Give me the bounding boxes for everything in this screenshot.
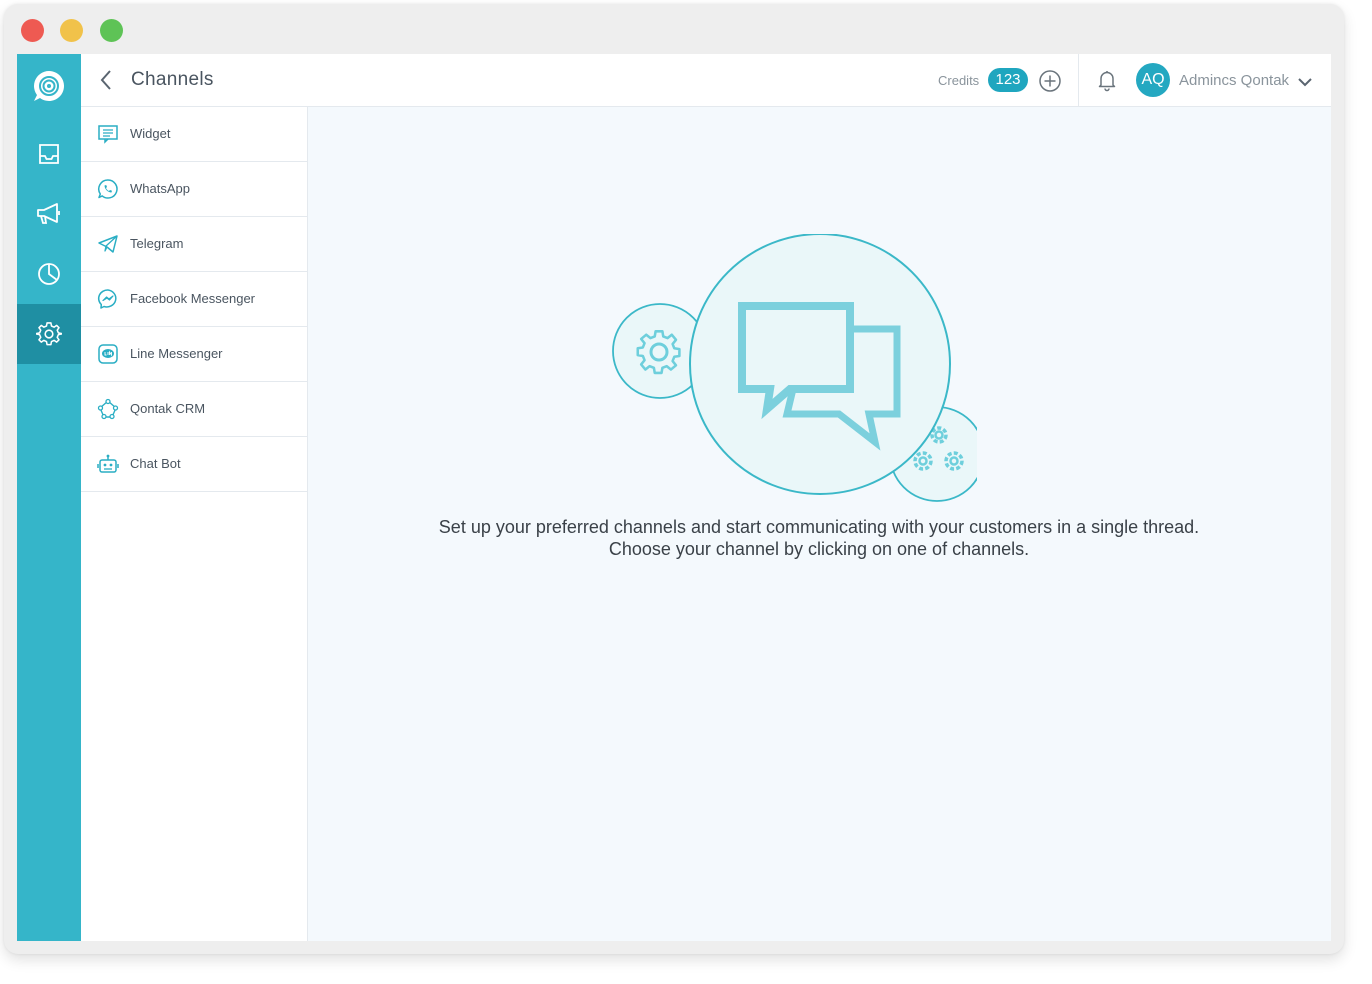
channel-item-widget[interactable]: Widget [81,107,307,162]
telegram-icon [98,235,118,253]
channel-label: Widget [130,126,171,141]
bell-icon[interactable] [1095,68,1119,92]
gear-icon [36,322,62,346]
page-title: Channels [131,69,214,90]
channel-item-telegram[interactable]: Telegram [81,217,307,272]
rail-reports[interactable] [17,244,81,304]
user-name[interactable]: Admincs Qontak [1179,72,1289,89]
credits-label: Credits [938,73,980,88]
channel-item-line-messenger[interactable]: Line Messenger [81,327,307,382]
channel-list: Widget WhatsApp Telegram Facebook Messen… [81,107,308,941]
pie-chart-icon [38,263,60,285]
messenger-icon [97,289,117,309]
robot-icon [97,454,119,473]
minimize-window-button[interactable] [60,19,83,42]
top-bar: Channels Credits 123 AQ Admincs Qontak [81,54,1331,107]
maximize-window-button[interactable] [100,19,123,42]
whatsapp-icon [98,179,118,199]
inbox-icon [39,144,59,164]
channel-item-qontak-crm[interactable]: Qontak CRM [81,382,307,437]
empty-state-line-1: Set up your preferred channels and start… [438,517,1200,537]
channel-item-chat-bot[interactable]: Chat Bot [81,437,307,492]
topbar-divider [1078,54,1079,106]
channel-label: WhatsApp [130,181,190,196]
rail-broadcast[interactable] [17,184,81,244]
back-arrow-icon[interactable] [95,68,119,92]
channel-label: Line Messenger [130,346,223,361]
megaphone-icon [37,203,60,224]
rail-inbox[interactable] [17,124,81,184]
line-icon [98,344,118,364]
credits-badge: 123 [988,68,1028,92]
rail-settings[interactable] [17,304,81,364]
channel-item-whatsapp[interactable]: WhatsApp [81,162,307,217]
channel-item-facebook-messenger[interactable]: Facebook Messenger [81,272,307,327]
channels-illustration [612,234,977,502]
empty-state-message: Set up your preferred channels and start… [307,516,1331,560]
channel-label: Chat Bot [130,456,181,471]
app-frame: Channels Credits 123 AQ Admincs Qontak W… [17,54,1331,941]
add-credits-icon[interactable] [1038,69,1062,93]
empty-state-line-2: Choose your channel by clicking on one o… [608,539,1030,559]
widget-icon [98,125,118,144]
qontak-logo-icon[interactable] [31,68,67,104]
channel-label: Telegram [130,236,184,251]
channel-label: Facebook Messenger [130,291,256,306]
crm-icon [97,398,119,420]
app-window: Channels Credits 123 AQ Admincs Qontak W… [4,4,1344,954]
channel-label: Qontak CRM [130,401,206,416]
nav-rail [17,54,81,941]
chevron-down-icon[interactable] [1297,74,1313,90]
avatar[interactable]: AQ [1136,63,1170,97]
close-window-button[interactable] [21,19,44,42]
